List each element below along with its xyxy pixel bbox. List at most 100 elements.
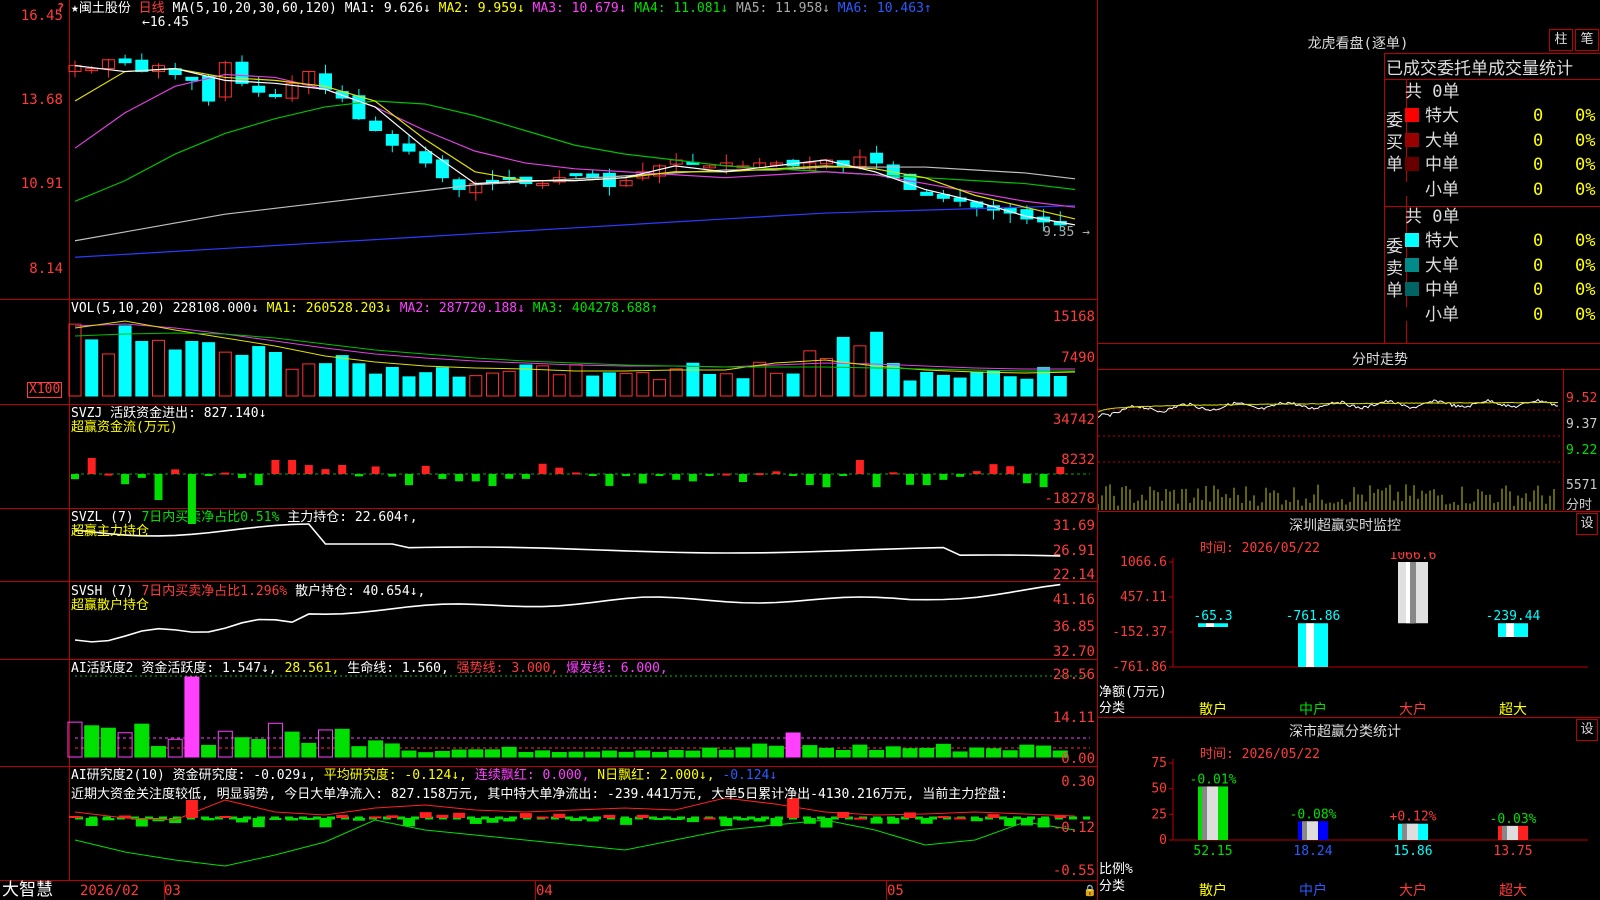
ai1-bar — [485, 749, 500, 758]
y-tick-label: 50 — [1151, 782, 1167, 797]
sell-row: 大单 0 0% — [1405, 254, 1600, 278]
ai1-bar — [418, 752, 434, 758]
sell-count: 0 — [1533, 280, 1544, 300]
minute-y-0: 9.52 — [1566, 391, 1598, 406]
ai2-bar — [553, 813, 566, 818]
svzj-bar — [421, 465, 430, 474]
ai2-bar — [870, 818, 883, 824]
classify-bar-highlight — [1206, 786, 1218, 840]
ai2-text: 近期大资金关注度较低, 明显弱势, 今日大单净流入: 827.158万元, 其中… — [71, 787, 1009, 802]
ai2-bar — [69, 815, 81, 818]
vol-value: 228108.000↓ — [172, 301, 259, 316]
ai2-bar — [853, 817, 866, 820]
vol-ma3: MA3: 404278.688↑ — [532, 301, 659, 316]
volume-bar — [118, 325, 132, 397]
ai2-green-line — [74, 819, 1076, 867]
monitor-bar-shade — [1410, 562, 1416, 624]
app-logo[interactable]: 大智慧 — [2, 880, 53, 900]
kline-y-2: 10.91 — [20, 176, 63, 192]
sell-count: 0 — [1533, 304, 1544, 325]
sell-total: 共 0单 — [1405, 207, 1460, 227]
sell-pct: 0% — [1575, 280, 1596, 300]
ai1-bar — [902, 748, 918, 758]
ai1-bar — [668, 750, 684, 758]
svsh-header: SVSH (7) 7日内买卖净占比1.296% 散户持仓: 40.654↓, — [71, 584, 425, 599]
svzj-bar — [655, 474, 664, 476]
ai1-bar — [518, 751, 534, 758]
change-label: -0.01% — [1190, 772, 1237, 787]
sell-row: 小单 0 0% — [1405, 303, 1600, 327]
ai2-bar — [252, 818, 265, 828]
svsh-value: 散户持仓: 40.654↓, — [295, 584, 426, 599]
volume-bar — [719, 373, 733, 397]
svzj-bar — [839, 474, 848, 476]
vol-unit: X100 — [27, 382, 63, 398]
classify-bar-highlight — [1306, 821, 1318, 840]
buy-swatch — [1405, 108, 1419, 122]
svzj-bar — [121, 474, 130, 485]
vol-ma2: MA2: 287720.188↓ — [399, 301, 525, 316]
ai1-bar — [869, 749, 885, 758]
ai1-bar — [935, 743, 951, 758]
volume-bar — [1037, 367, 1051, 397]
column-button[interactable]: 柱 — [1549, 29, 1573, 51]
dragon-title: 龙虎看盘(逐单) — [1307, 36, 1409, 52]
ai1-bar — [267, 722, 283, 758]
minute-chart[interactable] — [1098, 370, 1564, 510]
ai2-bar — [686, 818, 699, 823]
svsh-name: SVSH (7) — [71, 584, 134, 599]
tick-button[interactable]: 笔 — [1575, 29, 1599, 51]
volume-bar — [636, 372, 650, 397]
ai2-bar — [236, 818, 248, 823]
ai1-bar — [217, 730, 233, 758]
main-chart-area[interactable]: ★闽土股份 日线 MA(5,10,20,30,60,120) MA1: 9.62… — [0, 0, 1098, 900]
category-label: 大户 — [1399, 882, 1427, 899]
ai2-e: -0.124↓ — [722, 768, 778, 783]
candle-body — [402, 143, 416, 152]
monitor-bar-highlight — [1506, 623, 1514, 637]
ai2-bar — [636, 814, 649, 818]
ai2-bar — [1004, 818, 1017, 827]
dragon-header: 已成交委托单成交量统计 — [1386, 59, 1573, 79]
classify-settings-button[interactable]: 设 — [1576, 719, 1598, 741]
ai1-bar — [835, 749, 851, 758]
svzl-line — [74, 523, 1061, 557]
svzj-bar — [939, 474, 948, 480]
lock-icon[interactable]: 🔒 — [1083, 884, 1097, 897]
svzj-bar — [889, 472, 898, 475]
category-label: 超大 — [1499, 702, 1527, 718]
volume-bar — [218, 351, 232, 397]
candle-body — [870, 152, 884, 164]
ai1-bar — [685, 750, 701, 758]
kline-canvas[interactable] — [0, 0, 1098, 900]
vol-ma1: MA1: 260528.203↓ — [266, 301, 392, 316]
sell-swatch — [1405, 257, 1419, 272]
buy-name: 特大 — [1425, 106, 1459, 126]
ai1-bar — [702, 747, 718, 758]
sell-swatch — [1405, 282, 1419, 296]
svsh-ratio: 7日内买卖净占比1.296% — [141, 584, 288, 599]
buy-name: 大单 — [1425, 130, 1459, 151]
ma5-value: MA5: 11.958↓ — [736, 1, 830, 16]
buy-total: 共 0单 — [1405, 82, 1460, 102]
volume-bar — [469, 375, 483, 397]
svzj-bar — [638, 474, 647, 484]
period-label[interactable]: 日线 — [139, 1, 165, 16]
ai2-bar — [453, 812, 466, 818]
ai2-bar — [670, 818, 683, 820]
svzj-bar — [822, 474, 831, 488]
ai1-bar — [535, 750, 551, 758]
svzl-value: 主力持仓: 22.604↑, — [287, 510, 418, 525]
ma6-line — [74, 205, 1076, 258]
y-tick-label: -152.37 — [1112, 625, 1167, 640]
sell-row: 特大 0 0% — [1405, 229, 1600, 253]
svzj-bar — [304, 465, 313, 474]
monitor-settings-button[interactable]: 设 — [1576, 513, 1598, 535]
ai1-bar — [585, 751, 601, 758]
volume-bar — [669, 368, 683, 397]
ai2-bar — [386, 815, 399, 818]
ai2-d: N日飘红: 2.000↓, — [597, 768, 715, 783]
ai1-bar — [201, 744, 217, 758]
svzj-bar — [1006, 466, 1015, 474]
classify-chart: 75 50 25 0 散户 中户 大户 超大 -0.01% 52.15 -0.08% 18.24 +0.… — [1151, 757, 1588, 899]
